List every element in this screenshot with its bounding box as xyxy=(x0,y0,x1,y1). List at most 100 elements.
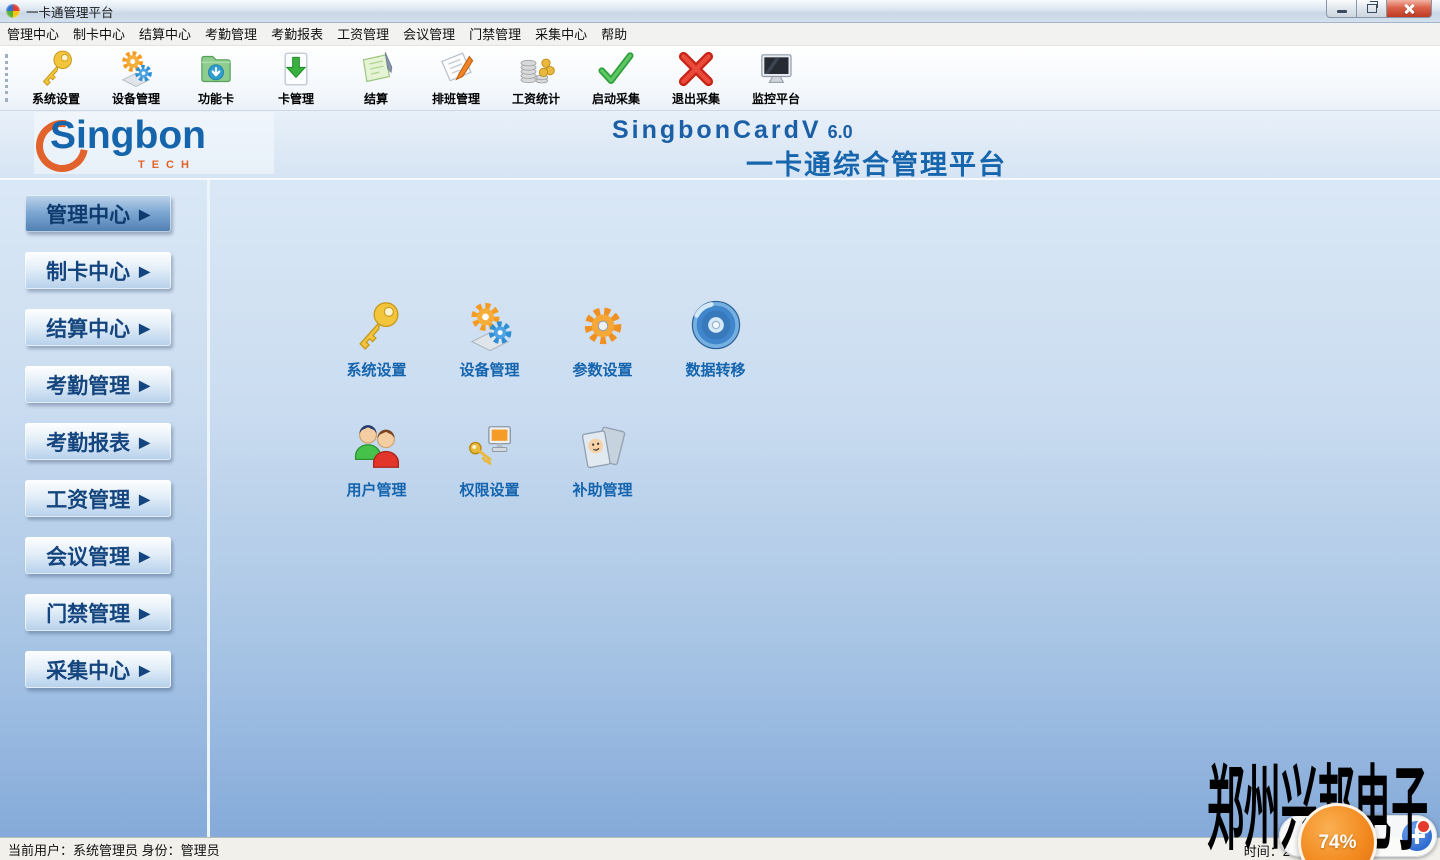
restore-button[interactable] xyxy=(1356,0,1387,18)
module-label: 补助管理 xyxy=(572,479,632,500)
sidebar-item-label: 采集中心 xyxy=(46,655,130,685)
module-icon-grid: 系统设置 设备管理 xyxy=(320,296,772,500)
sidebar-item-label: 结算中心 xyxy=(46,313,130,343)
menu-management-center[interactable]: 管理中心 xyxy=(0,24,66,45)
arrow-right-icon: ▶ xyxy=(139,605,150,622)
sidebar-item-settlement-center[interactable]: 结算中心 ▶ xyxy=(25,309,171,346)
card-download-icon xyxy=(276,49,316,89)
toolbar-item-function-card[interactable]: 功能卡 xyxy=(176,46,256,110)
product-name: SingbonCardV xyxy=(612,116,822,144)
id-cards-icon xyxy=(576,420,630,474)
close-button[interactable] xyxy=(1386,0,1432,18)
module-system-settings[interactable]: 系统设置 xyxy=(320,296,433,380)
sidebar-item-management-center[interactable]: 管理中心 ▶ xyxy=(25,195,171,232)
toolbar-item-system-settings[interactable]: 系统设置 xyxy=(16,46,96,110)
icon-row-2: 用户管理 权限设置 xyxy=(320,416,772,500)
note-icon xyxy=(356,49,396,89)
module-parameter-settings[interactable]: 参数设置 xyxy=(546,296,659,380)
sidebar-item-collection-center[interactable]: 采集中心 ▶ xyxy=(25,651,171,688)
sidebar-item-attendance-report[interactable]: 考勤报表 ▶ xyxy=(25,423,171,460)
monitor-icon xyxy=(756,49,796,89)
menu-attendance-report[interactable]: 考勤报表 xyxy=(264,24,330,45)
platform-subtitle: 一卡通综合管理平台 xyxy=(746,143,1007,182)
arrow-right-icon: ▶ xyxy=(139,434,150,451)
key-monitor-icon xyxy=(463,420,517,474)
arrow-right-icon: ▶ xyxy=(139,206,150,223)
arrow-right-icon: ▶ xyxy=(139,491,150,508)
product-version: 6.0 xyxy=(828,122,853,142)
document-pen-icon xyxy=(436,49,476,89)
menu-settlement-center[interactable]: 结算中心 xyxy=(132,24,198,45)
folder-download-icon xyxy=(196,49,236,89)
window-controls xyxy=(1326,0,1432,18)
gear-icon xyxy=(576,300,630,354)
toolbar-item-label: 退出采集 xyxy=(672,90,720,107)
logo-tech-text: TECH xyxy=(138,159,196,171)
toolbar-item-label: 功能卡 xyxy=(198,90,234,107)
toolbar-item-label: 设备管理 xyxy=(112,90,160,107)
sidebar-item-access-management[interactable]: 门禁管理 ▶ xyxy=(25,594,171,631)
sidebar-item-label: 门禁管理 xyxy=(46,598,130,628)
module-label: 权限设置 xyxy=(459,479,519,500)
header-banner: Singbon TECH SingbonCardV6.0 一卡通综合管理平台 xyxy=(0,111,1440,178)
toolbar-item-shift-management[interactable]: 排班管理 xyxy=(416,46,496,110)
sidebar-item-label: 制卡中心 xyxy=(46,256,130,286)
toolbar-item-label: 系统设置 xyxy=(32,90,80,107)
icon-row-1: 系统设置 设备管理 xyxy=(320,296,772,380)
sidebar-item-label: 考勤报表 xyxy=(46,427,130,457)
sidebar-item-label: 考勤管理 xyxy=(46,370,130,400)
arrow-right-icon: ▶ xyxy=(139,548,150,565)
restore-icon xyxy=(1367,4,1377,13)
module-subsidy-management[interactable]: 补助管理 xyxy=(546,416,659,500)
toolbar-item-label: 结算 xyxy=(364,90,388,107)
menu-help[interactable]: 帮助 xyxy=(594,24,634,45)
gears-icon xyxy=(463,300,517,354)
toolbar-item-card-management[interactable]: 卡管理 xyxy=(256,46,336,110)
menu-collection-center[interactable]: 采集中心 xyxy=(528,24,594,45)
module-label: 用户管理 xyxy=(346,479,406,500)
module-label: 系统设置 xyxy=(346,359,406,380)
sidebar-item-salary-management[interactable]: 工资管理 ▶ xyxy=(25,480,171,517)
window-title: 一卡通管理平台 xyxy=(26,2,114,21)
toolbar-item-salary-statistics[interactable]: 工资统计 xyxy=(496,46,576,110)
module-label: 设备管理 xyxy=(459,359,519,380)
menu-meeting-management[interactable]: 会议管理 xyxy=(396,24,462,45)
content-area: 管理中心 ▶ 制卡中心 ▶ 结算中心 ▶ 考勤管理 ▶ 考勤报表 ▶ 工资管理 … xyxy=(0,178,1440,838)
menu-access-management[interactable]: 门禁管理 xyxy=(462,24,528,45)
gears-icon xyxy=(116,49,156,89)
title-bar: 一卡通管理平台 xyxy=(0,0,1440,23)
minimize-button[interactable] xyxy=(1326,0,1357,18)
module-data-transfer[interactable]: 数据转移 xyxy=(659,296,772,380)
toolbar-item-label: 卡管理 xyxy=(278,90,314,107)
toolbar-item-label: 启动采集 xyxy=(592,90,640,107)
product-title: SingbonCardV 6.0 xyxy=(612,116,853,145)
menu-bar: 管理中心 制卡中心 结算中心 考勤管理 考勤报表 工资管理 会议管理 门禁管理 … xyxy=(0,23,1440,46)
toolbar-item-settlement[interactable]: 结算 xyxy=(336,46,416,110)
sidebar-item-attendance-management[interactable]: 考勤管理 ▶ xyxy=(25,366,171,403)
toolbar-item-device-management[interactable]: 设备管理 xyxy=(96,46,176,110)
users-icon xyxy=(350,420,404,474)
toolbar-item-monitor-platform[interactable]: 监控平台 xyxy=(736,46,816,110)
menu-attendance-management[interactable]: 考勤管理 xyxy=(198,24,264,45)
cd-disc-icon xyxy=(687,296,745,354)
toolbar: 系统设置 设备管理 功能卡 xyxy=(0,46,1440,111)
app-window: 一卡通管理平台 管理中心 制卡中心 结算中心 考勤管理 考勤报表 工资管理 会议… xyxy=(0,0,1440,860)
sidebar-item-label: 管理中心 xyxy=(46,199,130,229)
module-device-management[interactable]: 设备管理 xyxy=(433,296,546,380)
toolbar-item-exit-collection[interactable]: 退出采集 xyxy=(656,46,736,110)
module-label: 数据转移 xyxy=(685,359,745,380)
sidebar-item-card-making-center[interactable]: 制卡中心 ▶ xyxy=(25,252,171,289)
menu-salary-management[interactable]: 工资管理 xyxy=(330,24,396,45)
minimize-icon xyxy=(1337,10,1347,13)
red-x-icon xyxy=(676,49,716,89)
key-icon xyxy=(36,49,76,89)
arrow-right-icon: ▶ xyxy=(139,662,150,679)
app-icon xyxy=(6,4,20,18)
module-permission-settings[interactable]: 权限设置 xyxy=(433,416,546,500)
sidebar-item-meeting-management[interactable]: 会议管理 ▶ xyxy=(25,537,171,574)
toolbar-item-start-collection[interactable]: 启动采集 xyxy=(576,46,656,110)
module-user-management[interactable]: 用户管理 xyxy=(320,416,433,500)
menu-card-making-center[interactable]: 制卡中心 xyxy=(66,24,132,45)
key-icon xyxy=(350,300,404,354)
current-user-status: 当前用户：系统管理员 身份：管理员 xyxy=(8,840,220,859)
